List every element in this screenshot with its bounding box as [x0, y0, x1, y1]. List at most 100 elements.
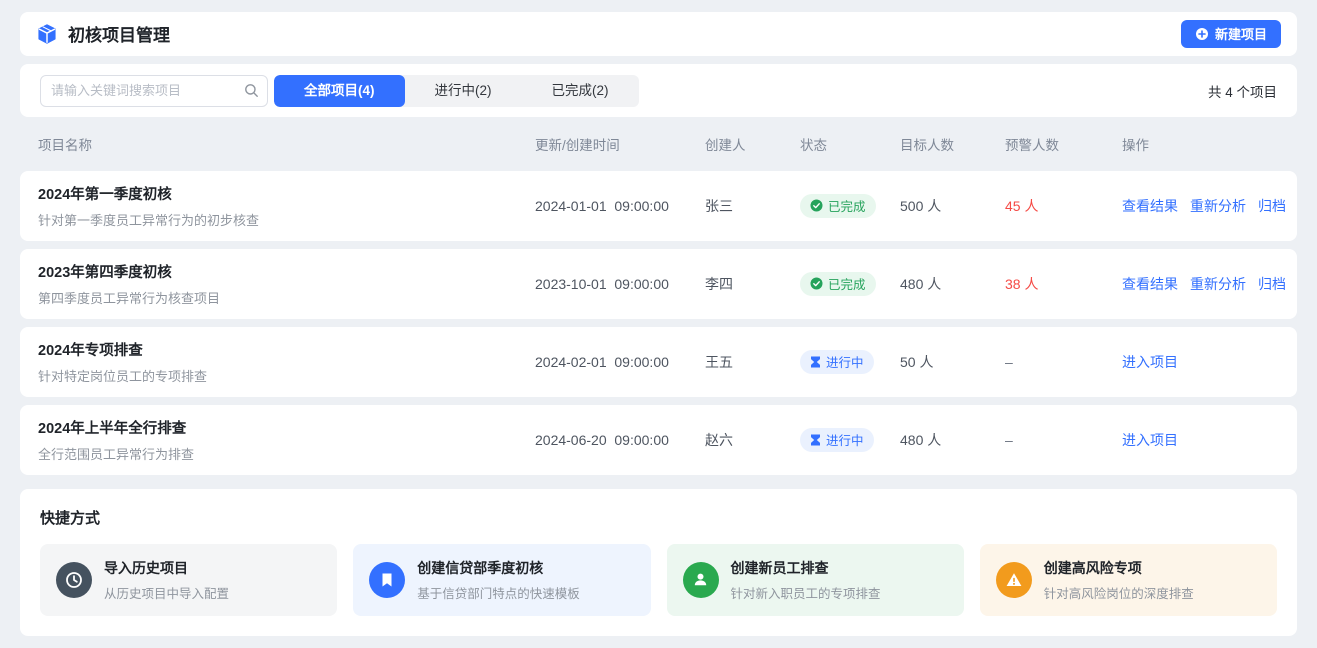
status-label: 进行中 — [826, 430, 864, 449]
table-row: 2024年专项排查 针对特定岗位员工的专项排查 2024-02-01 09:00… — [20, 327, 1297, 397]
view-results-link[interactable]: 查看结果 — [1122, 196, 1178, 216]
shortcut-new-employee-check[interactable]: 创建新员工排查 针对新入职员工的专项排查 — [667, 544, 964, 616]
bookmark-icon — [369, 562, 405, 598]
col-warning-count: 预警人数 — [1005, 134, 1122, 154]
shortcut-title: 创建信贷部季度初核 — [417, 558, 580, 578]
col-update-time: 更新/创建时间 — [535, 134, 705, 154]
user-icon — [683, 562, 719, 598]
hourglass-icon — [810, 356, 821, 368]
shortcut-text: 创建信贷部季度初核 基于信贷部门特点的快速模板 — [417, 558, 580, 602]
shortcut-text: 创建新员工排查 针对新入职员工的专项排查 — [731, 558, 881, 602]
row-actions: 查看结果 重新分析 归档 — [1122, 274, 1286, 294]
col-target-count: 目标人数 — [900, 134, 1005, 154]
toolbar: 全部项目(4) 进行中(2) 已完成(2) 共 4 个项目 — [20, 64, 1297, 118]
creator: 王五 — [705, 352, 800, 372]
project-desc: 针对特定岗位员工的专项排查 — [38, 366, 535, 385]
archive-link[interactable]: 归档 — [1258, 274, 1286, 294]
table-row: 2023年第四季度初核 第四季度员工异常行为核查项目 2023-10-01 09… — [20, 249, 1297, 319]
shortcut-import-history[interactable]: 导入历史项目 从历史项目中导入配置 — [40, 544, 337, 616]
shortcut-desc: 针对新入职员工的专项排查 — [731, 583, 881, 602]
shortcut-text: 导入历史项目 从历史项目中导入配置 — [104, 558, 229, 602]
app-cube-icon — [36, 23, 58, 45]
archive-link[interactable]: 归档 — [1258, 196, 1286, 216]
row-actions: 进入项目 — [1122, 430, 1279, 450]
shortcut-title: 导入历史项目 — [104, 558, 229, 578]
total-count: 共 4 个项目 — [1208, 81, 1277, 101]
target-count: 480 人 — [900, 274, 1005, 294]
project-name: 2024年第一季度初核 — [38, 183, 535, 204]
status-badge: 进行中 — [800, 428, 874, 452]
warning-count: 45 人 — [1005, 196, 1122, 216]
project-name-cell: 2024年上半年全行排查 全行范围员工异常行为排查 — [38, 417, 535, 463]
status-label: 已完成 — [828, 274, 866, 293]
creator: 赵六 — [705, 430, 800, 450]
shortcuts-title: 快捷方式 — [40, 507, 1277, 528]
update-time: 2024-06-20 09:00:00 — [535, 432, 705, 448]
project-desc: 针对第一季度员工异常行为的初步核查 — [38, 210, 535, 229]
page-title: 初核项目管理 — [68, 21, 170, 46]
check-circle-icon — [810, 199, 823, 212]
shortcut-desc: 从历史项目中导入配置 — [104, 583, 229, 602]
row-actions: 进入项目 — [1122, 352, 1279, 372]
update-time: 2024-01-01 09:00:00 — [535, 198, 705, 214]
col-project-name: 项目名称 — [38, 134, 535, 154]
tab-in-progress[interactable]: 进行中(2) — [405, 75, 522, 107]
warning-icon — [996, 562, 1032, 598]
status-badge: 已完成 — [800, 272, 876, 296]
shortcuts-panel: 快捷方式 导入历史项目 从历史项目中导入配置 创建信贷部季度初核 — [20, 489, 1297, 636]
enter-project-link[interactable]: 进入项目 — [1122, 352, 1178, 372]
col-creator: 创建人 — [705, 134, 800, 154]
project-list: 2024年第一季度初核 针对第一季度员工异常行为的初步核查 2024-01-01… — [20, 171, 1297, 475]
target-count: 50 人 — [900, 352, 1005, 372]
col-actions: 操作 — [1122, 134, 1279, 154]
view-results-link[interactable]: 查看结果 — [1122, 274, 1178, 294]
filter-tabs: 全部项目(4) 进行中(2) 已完成(2) — [274, 75, 639, 107]
shortcut-desc: 针对高风险岗位的深度排查 — [1044, 583, 1194, 602]
status-badge: 已完成 — [800, 194, 876, 218]
reanalyze-link[interactable]: 重新分析 — [1190, 196, 1246, 216]
shortcut-title: 创建高风险专项 — [1044, 558, 1194, 578]
row-actions: 查看结果 重新分析 归档 — [1122, 196, 1286, 216]
status-badge: 进行中 — [800, 350, 874, 374]
warning-count: – — [1005, 432, 1122, 448]
search-input[interactable] — [40, 75, 268, 107]
shortcut-credit-dept-review[interactable]: 创建信贷部季度初核 基于信贷部门特点的快速模板 — [353, 544, 650, 616]
new-project-button[interactable]: 新建项目 — [1181, 20, 1281, 48]
shortcut-title: 创建新员工排查 — [731, 558, 881, 578]
target-count: 480 人 — [900, 430, 1005, 450]
status-label: 已完成 — [828, 196, 866, 215]
plus-circle-icon — [1195, 27, 1209, 41]
project-name: 2023年第四季度初核 — [38, 261, 535, 282]
enter-project-link[interactable]: 进入项目 — [1122, 430, 1178, 450]
table-header: 项目名称 更新/创建时间 创建人 状态 目标人数 预警人数 操作 — [20, 117, 1297, 171]
update-time: 2023-10-01 09:00:00 — [535, 276, 705, 292]
reanalyze-link[interactable]: 重新分析 — [1190, 274, 1246, 294]
project-name-cell: 2023年第四季度初核 第四季度员工异常行为核查项目 — [38, 261, 535, 307]
shortcut-desc: 基于信贷部门特点的快速模板 — [417, 583, 580, 602]
new-project-button-label: 新建项目 — [1215, 24, 1267, 43]
tab-all-projects[interactable]: 全部项目(4) — [274, 75, 405, 107]
creator: 张三 — [705, 196, 800, 216]
hourglass-icon — [810, 434, 821, 446]
project-desc: 第四季度员工异常行为核查项目 — [38, 288, 535, 307]
warning-count: 38 人 — [1005, 274, 1122, 294]
search-box — [40, 75, 268, 107]
check-circle-icon — [810, 277, 823, 290]
status-label: 进行中 — [826, 352, 864, 371]
project-name-cell: 2024年第一季度初核 针对第一季度员工异常行为的初步核查 — [38, 183, 535, 229]
update-time: 2024-02-01 09:00:00 — [535, 354, 705, 370]
project-desc: 全行范围员工异常行为排查 — [38, 444, 535, 463]
tab-completed[interactable]: 已完成(2) — [522, 75, 639, 107]
shortcut-high-risk-special[interactable]: 创建高风险专项 针对高风险岗位的深度排查 — [980, 544, 1277, 616]
search-icon — [244, 83, 259, 98]
title-bar: 初核项目管理 新建项目 — [20, 12, 1297, 56]
creator: 李四 — [705, 274, 800, 294]
project-name-cell: 2024年专项排查 针对特定岗位员工的专项排查 — [38, 339, 535, 385]
warning-count: – — [1005, 354, 1122, 370]
table-row: 2024年上半年全行排查 全行范围员工异常行为排查 2024-06-20 09:… — [20, 405, 1297, 475]
target-count: 500 人 — [900, 196, 1005, 216]
project-name: 2024年专项排查 — [38, 339, 535, 360]
project-name: 2024年上半年全行排查 — [38, 417, 535, 438]
col-status: 状态 — [800, 134, 900, 154]
shortcut-text: 创建高风险专项 针对高风险岗位的深度排查 — [1044, 558, 1194, 602]
